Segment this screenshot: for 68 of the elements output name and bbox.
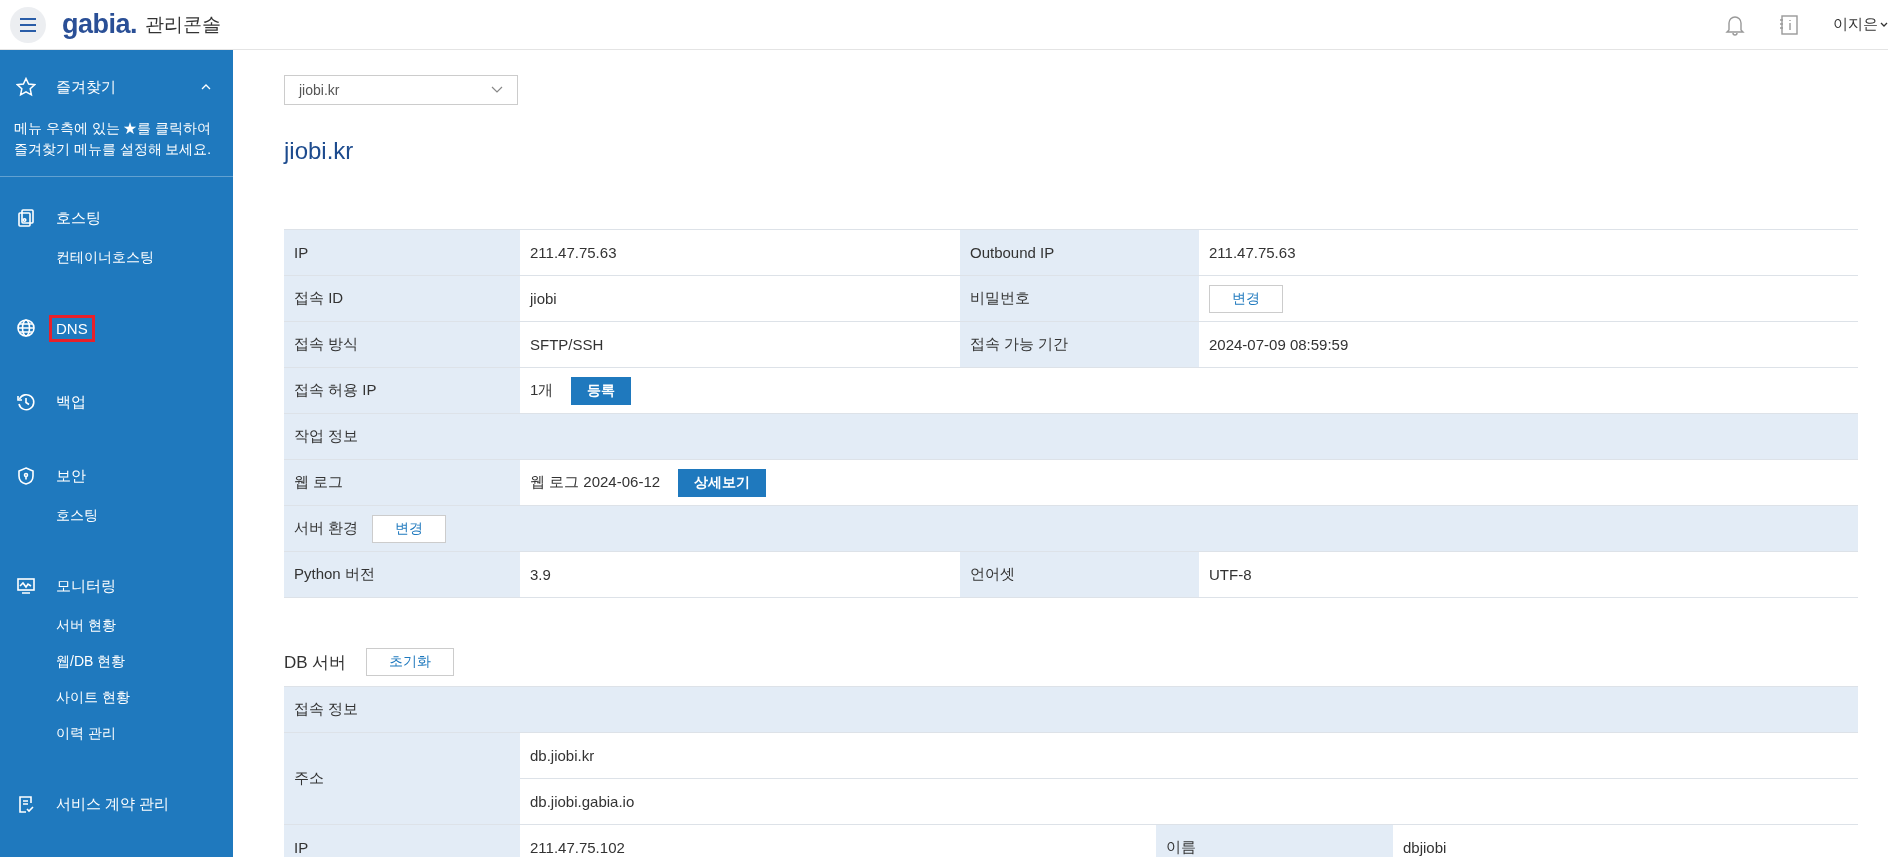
sidebar-item[interactable]: 모니터링 [49, 571, 123, 601]
shield-icon [16, 466, 36, 486]
favorites-hint: 메뉴 우측에 있는 ★를 클릭하여 즐겨찾기 메뉴를 설정해 보세요. [14, 120, 212, 159]
label-cell: 언어셋 [960, 551, 1199, 598]
sidebar-subitem[interactable]: 이력 관리 [56, 725, 233, 743]
chevron-up-icon[interactable] [201, 83, 211, 91]
reset-button[interactable]: 초기화 [366, 648, 455, 676]
server-icon [16, 208, 36, 228]
change-button[interactable]: 변경 [1209, 284, 1283, 313]
value-text: 211.47.75.63 [530, 244, 617, 261]
label-cell: 접속 ID [284, 275, 520, 322]
chevron-down-icon [491, 86, 503, 94]
app-title: 관리콘솔 [145, 12, 222, 37]
value-text: 1개 [530, 380, 554, 398]
sidebar-item[interactable]: DNS [49, 314, 95, 342]
bell-icon[interactable] [1725, 13, 1745, 36]
action-button[interactable]: 상세보기 [678, 468, 767, 497]
value-cell: 211.47.75.102 [520, 824, 1156, 857]
label-cell: IP [284, 824, 520, 857]
label-cell: 비밀번호 [960, 275, 1199, 322]
value-text: SFTP/SSH [530, 336, 604, 353]
section-header-cell: 접속 정보 [284, 686, 1858, 733]
value-text: 웹 로그 2024-06-12 [530, 472, 661, 490]
sidebar-item[interactable]: 호스팅 [49, 203, 108, 233]
domain-title: jiobi.kr [284, 137, 355, 165]
label-cell: Outbound IP [960, 229, 1199, 276]
label-cell: Python 버전 [284, 551, 520, 598]
sidebar-subitem[interactable]: 사이트 현황 [56, 689, 233, 707]
sidebar-subitem[interactable]: 호스팅 [56, 507, 233, 525]
value-cell: db.jiobi.gabia.io [520, 778, 1858, 825]
monitor-icon [16, 576, 36, 596]
value-cell: db.jiobi.kr [520, 732, 1858, 779]
sidebar-item[interactable]: 보안 [49, 461, 93, 491]
label-cell: 주소 [284, 732, 520, 825]
label-cell: 접속 방식 [284, 321, 520, 368]
change-button[interactable]: 변경 [372, 514, 447, 543]
star-icon [16, 77, 36, 97]
info-icon[interactable] [1779, 13, 1799, 36]
label-cell: 접속 가능 기간 [960, 321, 1199, 368]
value-cell: dbjiobi [1393, 824, 1858, 857]
user-menu[interactable]: 이지은 [1833, 15, 1878, 34]
menu-icon [19, 17, 37, 32]
value-cell: UTF-8 [1199, 551, 1858, 598]
label-cell: IP [284, 229, 520, 276]
label-cell: 웹 로그 [284, 459, 520, 506]
logo[interactable]: gabia. [62, 9, 138, 40]
value-cell: 2024-07-09 08:59:59 [1199, 321, 1858, 368]
menu-button[interactable] [10, 6, 46, 43]
document-check-icon [16, 794, 36, 814]
label-cell: 이름 [1156, 824, 1393, 857]
action-button[interactable]: 등록 [571, 376, 632, 405]
sidebar-subitem[interactable]: 서버 현황 [56, 617, 233, 635]
globe-icon [16, 318, 36, 338]
section-label: 서버 환경 [294, 518, 359, 536]
value-cell: 211.47.75.63 [1199, 229, 1858, 276]
section-title: DB 서버 [284, 651, 347, 674]
sidebar-subitem[interactable]: 컨테이너호스팅 [56, 249, 233, 267]
value-text: 3.9 [530, 566, 551, 583]
sidebar-item[interactable]: 서비스 계약 관리 [49, 789, 177, 819]
value-text: jiobi [530, 290, 557, 307]
sidebar-subitem[interactable]: 웹/DB 현황 [56, 653, 233, 671]
history-icon [16, 392, 36, 412]
sidebar-item[interactable]: 백업 [49, 387, 93, 417]
domain-select[interactable]: jiobi.kr [284, 75, 518, 105]
chevron-down-icon [1880, 20, 1888, 29]
favorites-item[interactable]: 즐겨찾기 [49, 72, 123, 102]
label-cell: 접속 허용 IP [284, 367, 520, 414]
section-label: 작업 정보 [294, 427, 359, 444]
